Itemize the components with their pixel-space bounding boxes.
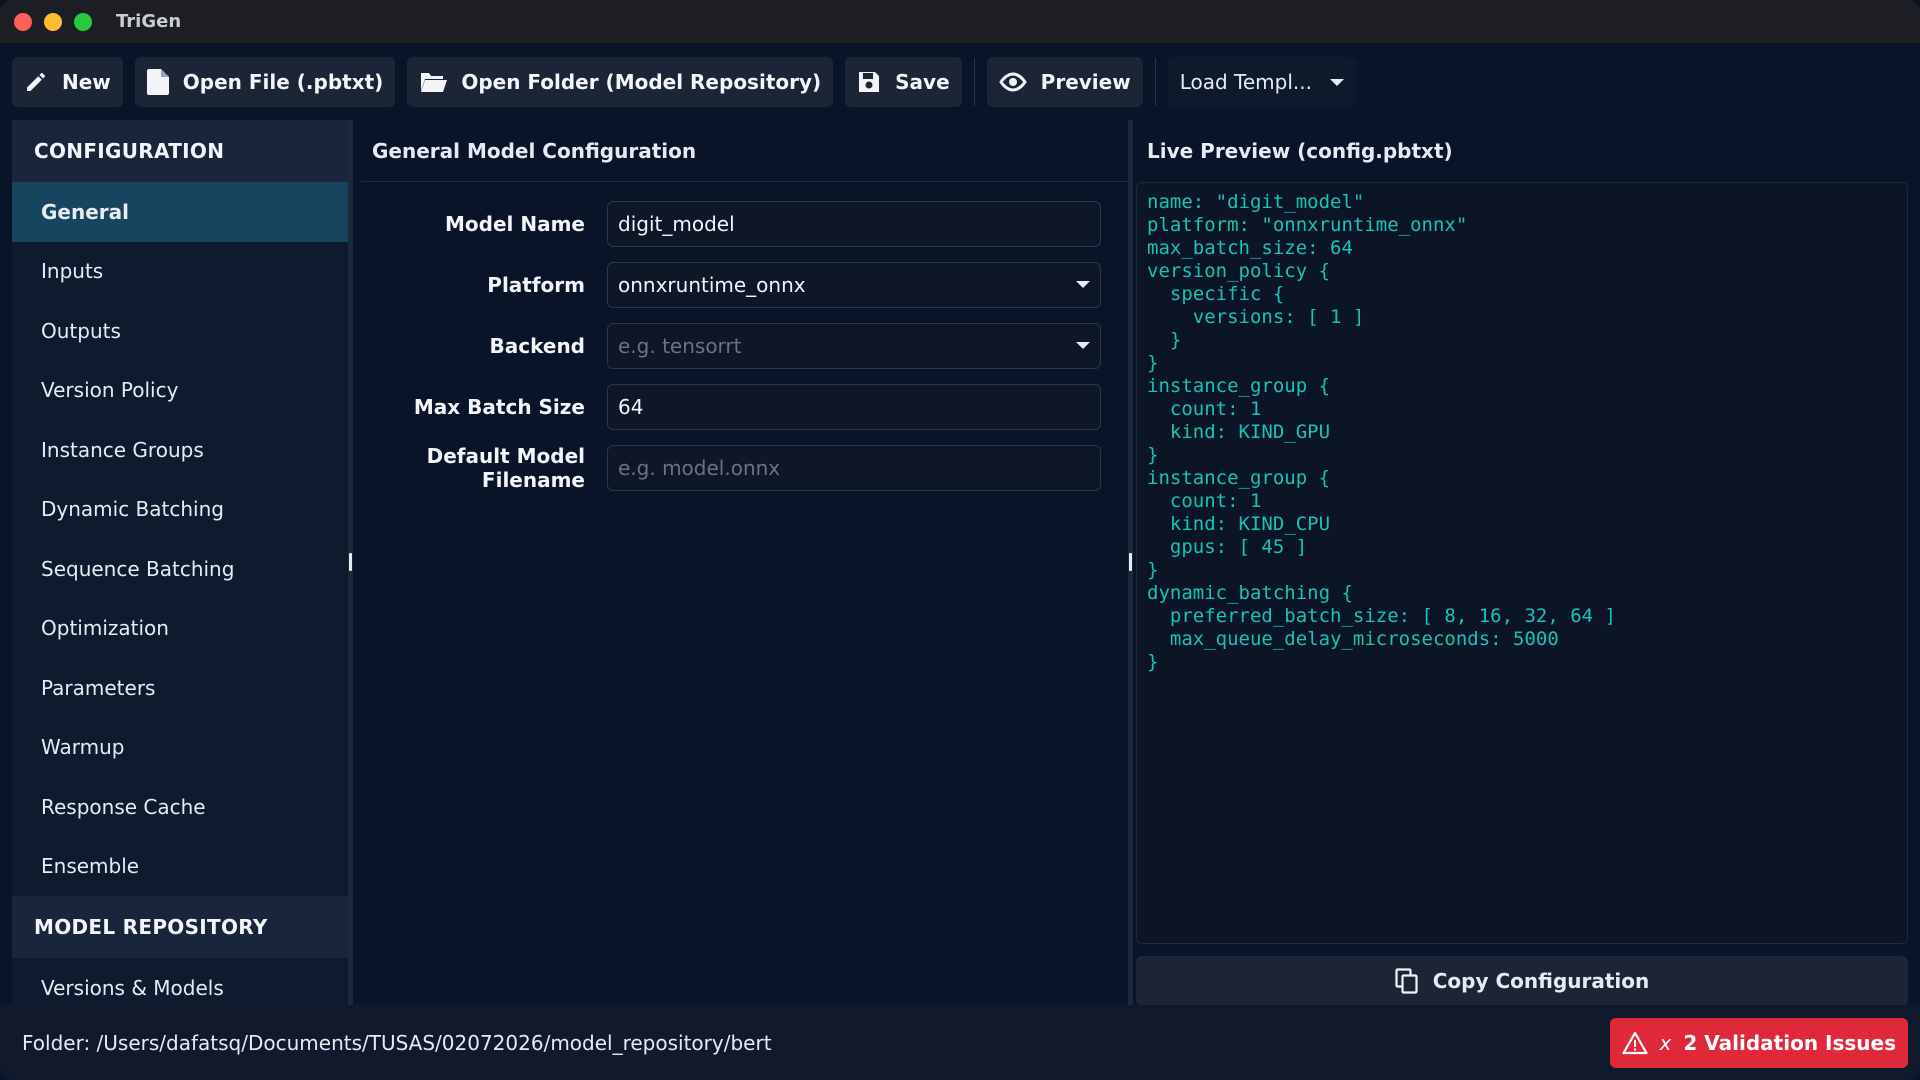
chevron-down-icon <box>1076 342 1090 349</box>
load-template-label: Load Templ... <box>1179 70 1312 94</box>
sidebar-item-ensemble[interactable]: Ensemble <box>12 837 350 897</box>
model-repository-section-header: MODEL REPOSITORY <box>12 896 350 958</box>
model-name-field[interactable] <box>607 200 1101 247</box>
platform-value: onnxruntime_onnx <box>618 272 806 297</box>
platform-select[interactable]: onnxruntime_onnx <box>607 261 1101 308</box>
toolbar: New Open File (.pbtxt) Open Folder (Mode… <box>0 44 1920 120</box>
sidebar-item-label: Ensemble <box>41 854 140 879</box>
backend-label: Backend <box>489 333 585 358</box>
sidebar-item-general[interactable]: General <box>12 182 350 242</box>
sidebar: CONFIGURATION General Inputs Outputs Ver… <box>12 120 350 1005</box>
zoom-window-button[interactable] <box>74 12 92 31</box>
minimize-window-button[interactable] <box>44 12 62 31</box>
backend-placeholder: e.g. tensorrt <box>618 333 742 358</box>
max-batch-size-field[interactable] <box>607 383 1101 430</box>
eye-icon <box>998 72 1027 92</box>
sidebar-item-inputs[interactable]: Inputs <box>12 242 350 302</box>
save-button[interactable]: Save <box>845 57 962 107</box>
toolbar-divider <box>973 58 975 106</box>
general-config-panel: General Model Configuration Model Name P… <box>361 120 1128 1005</box>
platform-row: Platform onnxruntime_onnx <box>361 254 1128 315</box>
title-bar: TriGen <box>0 0 1920 44</box>
model-name-input[interactable] <box>618 211 1090 236</box>
panel-title: General Model Configuration <box>361 120 1128 182</box>
default-model-filename-row: Default Model Filename <box>361 437 1128 498</box>
chevron-down-icon <box>1076 281 1090 288</box>
file-icon <box>146 69 169 95</box>
save-button-label: Save <box>895 70 950 94</box>
save-icon <box>857 70 881 94</box>
default-model-filename-field[interactable] <box>607 444 1101 491</box>
backend-row: Backend e.g. tensorrt <box>361 315 1128 376</box>
sidebar-item-version-policy[interactable]: Version Policy <box>12 361 350 421</box>
window-controls <box>14 12 92 31</box>
sidebar-item-label: Version Policy <box>41 378 179 403</box>
sidebar-item-label: Inputs <box>41 259 104 284</box>
sidebar-item-label: General <box>41 199 129 224</box>
open-folder-button[interactable]: Open Folder (Model Repository) <box>407 57 834 107</box>
main-area: CONFIGURATION General Inputs Outputs Ver… <box>0 120 1920 1006</box>
model-name-row: Model Name <box>361 193 1128 254</box>
validation-prefix: x <box>1659 1030 1672 1055</box>
preview-title: Live Preview (config.pbtxt) <box>1147 139 1453 163</box>
config-preview-code[interactable]: name: "digit_model" platform: "onnxrunti… <box>1136 182 1908 944</box>
preview-splitter[interactable] <box>1128 120 1133 1005</box>
new-button[interactable]: New <box>12 57 123 107</box>
open-file-button[interactable]: Open File (.pbtxt) <box>134 57 396 107</box>
sidebar-item-versions-models[interactable]: Versions & Models <box>12 958 350 1005</box>
folder-open-icon <box>419 71 448 93</box>
pencil-icon <box>24 70 48 94</box>
model-name-label: Model Name <box>445 211 585 236</box>
sidebar-item-outputs[interactable]: Outputs <box>12 301 350 361</box>
config-code-text: name: "digit_model" platform: "onnxrunti… <box>1147 191 1616 673</box>
splitter-grip <box>349 553 352 571</box>
copy-icon <box>1395 968 1419 994</box>
sidebar-item-label: Response Cache <box>41 794 206 819</box>
open-file-label: Open File (.pbtxt) <box>182 70 384 94</box>
sidebar-item-dynamic-batching[interactable]: Dynamic Batching <box>12 480 350 540</box>
validation-text: 2 Validation Issues <box>1683 1030 1896 1055</box>
toolbar-divider <box>1154 58 1156 106</box>
sidebar-item-label: Instance Groups <box>41 437 204 462</box>
sidebar-item-response-cache[interactable]: Response Cache <box>12 777 350 837</box>
close-window-button[interactable] <box>14 12 32 31</box>
copy-configuration-label: Copy Configuration <box>1432 969 1650 993</box>
sidebar-item-optimization[interactable]: Optimization <box>12 599 350 659</box>
sidebar-splitter[interactable] <box>348 120 353 1005</box>
sidebar-item-warmup[interactable]: Warmup <box>12 718 350 778</box>
copy-configuration-button[interactable]: Copy Configuration <box>1136 956 1908 1006</box>
backend-select[interactable]: e.g. tensorrt <box>607 322 1101 369</box>
sidebar-item-parameters[interactable]: Parameters <box>12 658 350 718</box>
preview-button-label: Preview <box>1040 70 1131 94</box>
status-bar: Folder: /Users/dafatsq/Documents/TUSAS/0… <box>0 1005 1920 1080</box>
new-button-label: New <box>62 70 111 94</box>
app-window: TriGen New Open File (.pbtxt) Open Folde… <box>0 0 1920 1080</box>
configuration-section-header: CONFIGURATION <box>12 120 350 182</box>
max-batch-size-label: Max Batch Size <box>413 394 585 419</box>
live-preview-panel: Live Preview (config.pbtxt) name: "digit… <box>1136 120 1908 1006</box>
sidebar-item-instance-groups[interactable]: Instance Groups <box>12 420 350 480</box>
validation-issues-button[interactable]: x 2 Validation Issues <box>1609 1017 1908 1068</box>
splitter-grip <box>1129 553 1132 571</box>
sidebar-item-label: Optimization <box>41 616 169 641</box>
load-template-dropdown[interactable]: Load Templ... <box>1167 57 1356 107</box>
sidebar-item-label: Parameters <box>41 675 156 700</box>
default-model-filename-label: Default Model Filename <box>426 443 585 492</box>
chevron-down-icon <box>1329 78 1344 86</box>
platform-label: Platform <box>487 272 585 297</box>
app-title: TriGen <box>116 11 182 32</box>
sidebar-item-label: Outputs <box>41 318 121 343</box>
sidebar-item-label: Versions & Models <box>41 975 224 1000</box>
warning-icon <box>1621 1031 1648 1055</box>
sidebar-item-label: Warmup <box>41 735 125 760</box>
open-folder-label: Open Folder (Model Repository) <box>461 70 822 94</box>
sidebar-item-label: Sequence Batching <box>41 556 235 581</box>
folder-path: Folder: /Users/dafatsq/Documents/TUSAS/0… <box>22 1030 772 1055</box>
sidebar-item-label: Dynamic Batching <box>41 497 224 522</box>
default-model-filename-input[interactable] <box>618 455 1090 480</box>
max-batch-size-row: Max Batch Size <box>361 376 1128 437</box>
preview-button[interactable]: Preview <box>986 57 1143 107</box>
sidebar-item-sequence-batching[interactable]: Sequence Batching <box>12 539 350 599</box>
max-batch-size-input[interactable] <box>618 394 1090 419</box>
